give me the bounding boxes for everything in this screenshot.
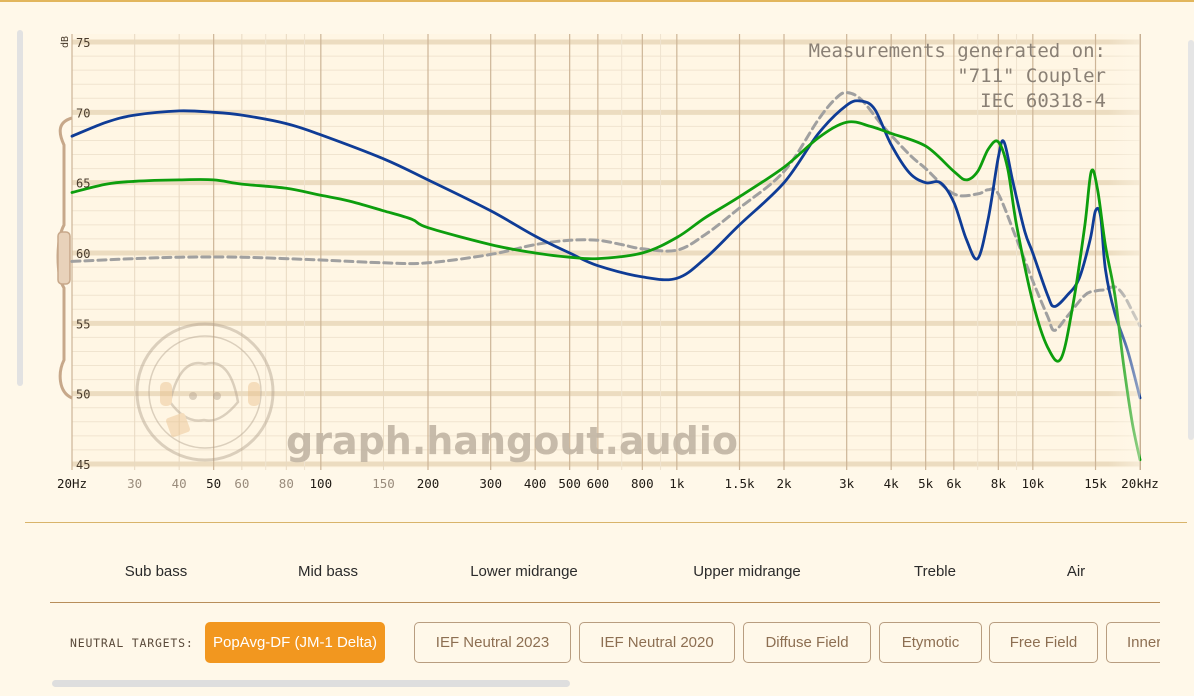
volume-slider-handle[interactable] (56, 116, 73, 400)
x-tick-label: 2k (776, 476, 792, 491)
x-tick-label: 800 (631, 476, 654, 491)
x-tick-label: 1.5k (724, 476, 755, 491)
target-button-free-field[interactable]: Free Field (989, 622, 1098, 663)
y-tick-label: 60 (76, 247, 90, 261)
x-tick-label: 100 (310, 476, 333, 491)
neutral-targets-label: NEUTRAL TARGETS: (70, 636, 194, 650)
frequency-response-graph[interactable]: Measurements generated on: "711" Coupler I… (0, 0, 1194, 500)
target-button-diffuse-field[interactable]: Diffuse Field (743, 622, 871, 663)
x-tick-label: 20Hz (57, 476, 87, 491)
x-tick-label: 4k (884, 476, 900, 491)
x-tick-label: 400 (524, 476, 547, 491)
watermark-text: graph.hangout.audio (286, 419, 738, 463)
measurement-info-line: "711" Coupler (957, 65, 1106, 87)
y-tick-label: 70 (76, 106, 90, 120)
x-tick-label: 20kHz (1121, 476, 1159, 491)
target-button-ief-neutral-2020[interactable]: IEF Neutral 2020 (579, 622, 735, 663)
measurement-info-line: IEC 60318-4 (980, 90, 1106, 112)
band-treble[interactable]: Treble (914, 563, 956, 580)
x-tick-label: 300 (479, 476, 502, 491)
x-tick-label: 150 (372, 476, 395, 491)
measurement-info-line: Measurements generated on: (809, 40, 1106, 62)
x-tick-label: 60 (234, 476, 249, 491)
x-tick-label: 200 (417, 476, 440, 491)
band-air[interactable]: Air (1067, 563, 1085, 580)
x-tick-label: 50 (206, 476, 221, 491)
x-tick-label: 600 (587, 476, 610, 491)
x-tick-label: 3k (839, 476, 855, 491)
x-tick-label: 1k (669, 476, 685, 491)
x-tick-label: 5k (918, 476, 934, 491)
x-tick-label: 8k (991, 476, 1007, 491)
band-upper-midrange[interactable]: Upper midrange (693, 563, 801, 580)
frequency-bands-bar: Sub bass Mid bass Lower midrange Upper m… (50, 548, 1160, 603)
target-button-etymotic[interactable]: Etymotic (879, 622, 982, 663)
target-button-popavg-df[interactable]: PopAvg-DF (JM-1 Delta) (205, 622, 385, 663)
neutral-targets-bar: NEUTRAL TARGETS: PopAvg-DF (JM-1 Delta) … (50, 622, 1160, 666)
x-tick-label: 30 (127, 476, 142, 491)
y-tick-label: 65 (76, 177, 90, 191)
section-divider (25, 522, 1187, 523)
horizontal-scrollbar[interactable] (52, 680, 570, 687)
y-axis-label: dB (60, 36, 71, 48)
band-mid-bass[interactable]: Mid bass (298, 563, 358, 580)
frequency-response-chart: Measurements generated on: "711" Coupler I… (0, 0, 1194, 500)
target-button-ief-neutral-2023[interactable]: IEF Neutral 2023 (414, 622, 571, 663)
x-tick-label: 40 (172, 476, 187, 491)
y-tick-label: 50 (76, 388, 90, 402)
x-tick-label: 6k (946, 476, 962, 491)
x-tick-label: 80 (279, 476, 294, 491)
x-tick-label: 10k (1022, 476, 1045, 491)
x-tick-label: 15k (1084, 476, 1107, 491)
x-tick-label: 500 (558, 476, 581, 491)
target-button-inner[interactable]: Inner (1106, 622, 1160, 663)
y-tick-label: 75 (76, 36, 90, 50)
band-lower-midrange[interactable]: Lower midrange (470, 563, 578, 580)
band-sub-bass[interactable]: Sub bass (125, 563, 188, 580)
y-tick-label: 55 (76, 317, 90, 331)
y-tick-label: 45 (76, 458, 90, 472)
